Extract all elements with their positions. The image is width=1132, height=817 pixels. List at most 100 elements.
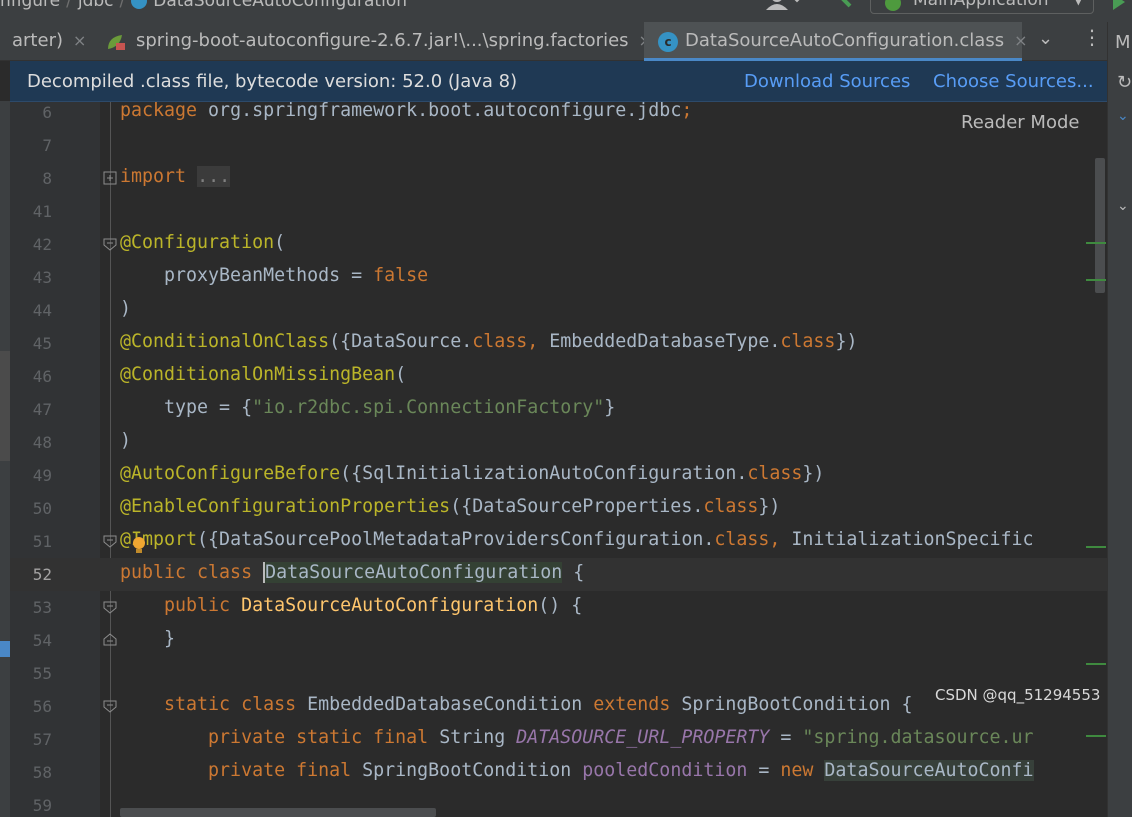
breadcrumb-item[interactable]: jdbc xyxy=(78,0,114,11)
line-number: 51 xyxy=(32,532,52,551)
line-code: @Configuration( xyxy=(120,232,286,253)
breadcrumb-item[interactable]: nfigure xyxy=(0,0,60,11)
code-line[interactable]: 45 @ConditionalOnClass({DataSource.class… xyxy=(10,327,1107,360)
line-code: public class DataSourceAutoConfiguration… xyxy=(120,562,585,583)
line-number: 41 xyxy=(32,202,52,221)
line-code: package org.springframework.boot.autocon… xyxy=(120,102,693,121)
show-hidden-tabs-icon[interactable]: ⌄ xyxy=(1038,28,1053,49)
collapse-fold-icon[interactable] xyxy=(103,534,117,548)
line-number: 52 xyxy=(32,565,52,584)
banner-message: Decompiled .class file, bytecode version… xyxy=(27,71,518,92)
breadcrumb-separator: / xyxy=(66,0,72,11)
chevron-down-icon[interactable]: ⌄ xyxy=(1117,108,1129,124)
line-code: private final SpringBootCondition pooled… xyxy=(120,760,1034,781)
line-code: ) xyxy=(120,298,132,319)
tab-spring-factories[interactable]: spring-boot-autoconfigure-2.6.7.jar!\...… xyxy=(106,22,652,61)
line-code: private static final String DATASOURCE_U… xyxy=(120,727,1034,748)
code-line[interactable]: 44 ) xyxy=(10,294,1107,327)
line-number: 43 xyxy=(32,268,52,287)
change-marker xyxy=(1086,279,1106,281)
change-marker xyxy=(1086,663,1106,665)
code-line[interactable]: 53 public DataSourceAutoConfiguration() … xyxy=(10,591,1107,624)
run-configuration-label: MainApplication xyxy=(913,0,1049,10)
code-line[interactable]: 50 @EnableConfigurationProperties({DataS… xyxy=(10,492,1107,525)
line-number: 49 xyxy=(32,466,52,485)
code-line-current[interactable]: 52 public class DataSourceAutoConfigurat… xyxy=(10,558,1107,591)
chevron-down-icon[interactable]: ⌄ xyxy=(1117,198,1129,214)
code-line[interactable]: 46 @ConditionalOnMissingBean( xyxy=(10,360,1107,393)
spring-icon xyxy=(885,0,901,11)
tab-label: spring-boot-autoconfigure-2.6.7.jar!\...… xyxy=(136,30,629,51)
code-line[interactable]: 58 private final SpringBootCondition poo… xyxy=(10,756,1107,789)
code-line[interactable]: 8 import ... xyxy=(10,162,1107,195)
class-icon xyxy=(131,0,148,9)
chevron-down-icon: ▼ xyxy=(1073,0,1083,7)
line-code: ) xyxy=(120,430,132,451)
choose-sources-link[interactable]: Choose Sources... xyxy=(933,71,1094,92)
tab-starter[interactable]: arter) × xyxy=(12,22,86,61)
line-number: 53 xyxy=(32,598,52,617)
horizontal-scrollbar[interactable] xyxy=(120,808,436,817)
line-number: 7 xyxy=(42,136,52,155)
run-icon[interactable] xyxy=(1113,0,1125,10)
collapse-fold-icon[interactable] xyxy=(103,699,117,713)
lightbulb-icon[interactable] xyxy=(132,537,146,555)
line-number: 48 xyxy=(32,433,52,452)
line-code: @ConditionalOnMissingBean( xyxy=(120,364,407,385)
line-code: type = {"io.r2dbc.spi.ConnectionFactory"… xyxy=(120,397,616,418)
line-number: 45 xyxy=(32,334,52,353)
code-line[interactable]: 54 } xyxy=(10,624,1107,657)
change-marker xyxy=(1086,242,1106,244)
download-sources-link[interactable]: Download Sources xyxy=(744,71,910,92)
tool-window-marker xyxy=(0,351,10,461)
run-configuration-select[interactable]: MainApplication ▼ xyxy=(870,0,1094,14)
maven-tool-button[interactable]: M xyxy=(1115,32,1131,53)
breadcrumb-separator: / xyxy=(119,0,126,11)
vertical-scrollbar[interactable] xyxy=(1095,158,1105,293)
code-line[interactable]: 43 proxyBeanMethods = false xyxy=(10,261,1107,294)
reader-mode-button[interactable]: Reader Mode xyxy=(961,112,1079,133)
line-code: @AutoConfigureBefore({SqlInitializationA… xyxy=(120,463,825,484)
code-line[interactable]: 51 @Import({DataSourcePoolMetadataProvid… xyxy=(10,525,1107,558)
line-number: 56 xyxy=(32,697,52,716)
line-code: proxyBeanMethods = false xyxy=(120,265,429,286)
line-number: 50 xyxy=(32,499,52,518)
expand-fold-icon[interactable] xyxy=(103,171,117,185)
user-icon[interactable] xyxy=(766,0,802,10)
refresh-icon[interactable]: ↻ xyxy=(1117,72,1132,93)
code-line[interactable]: 49 @AutoConfigureBefore({SqlInitializati… xyxy=(10,459,1107,492)
line-code: static class EmbeddedDatabaseCondition e… xyxy=(120,694,913,715)
tool-window-marker xyxy=(0,641,10,657)
code-line[interactable]: 57 private static final String DATASOURC… xyxy=(10,723,1107,756)
editor-tab-bar: arter) × spring-boot-autoconfigure-2.6.7.… xyxy=(0,22,1107,61)
collapse-fold-icon[interactable] xyxy=(103,600,117,614)
line-number: 47 xyxy=(32,400,52,419)
build-icon[interactable] xyxy=(836,0,854,8)
line-number: 54 xyxy=(32,631,52,650)
spring-factories-icon xyxy=(108,35,125,50)
folded-imports[interactable]: ... xyxy=(197,166,231,187)
line-number: 59 xyxy=(32,796,52,815)
right-tool-strip: M ↻ ⌄ ⌄ xyxy=(1107,22,1132,817)
close-icon[interactable]: × xyxy=(73,31,86,50)
code-line[interactable]: 6 package org.springframework.boot.autoc… xyxy=(10,102,1107,129)
breadcrumb-item[interactable]: DataSourceAutoConfiguration xyxy=(153,0,407,11)
more-options-icon[interactable]: ⋮ xyxy=(1082,25,1102,49)
code-line[interactable]: 41 xyxy=(10,195,1107,228)
line-code: import ... xyxy=(120,166,231,187)
line-code: public DataSourceAutoConfiguration() { xyxy=(120,595,583,616)
navigation-bar: nfigure / jdbc / DataSourceAutoConfiguration… xyxy=(0,0,1132,22)
code-line[interactable]: 7 xyxy=(10,129,1107,162)
code-line[interactable]: 42 @Configuration( xyxy=(10,228,1107,261)
close-icon[interactable]: × xyxy=(1014,31,1027,50)
line-number: 44 xyxy=(32,301,52,320)
change-marker xyxy=(1086,546,1106,548)
collapse-fold-icon[interactable] xyxy=(103,237,117,251)
code-line[interactable]: 47 type = {"io.r2dbc.spi.ConnectionFacto… xyxy=(10,393,1107,426)
collapse-fold-icon[interactable] xyxy=(103,633,117,647)
line-number: 58 xyxy=(32,763,52,782)
tab-datasource-autoconfiguration[interactable]: c DataSourceAutoConfiguration.class × xyxy=(644,22,1027,61)
code-editor[interactable]: 6 package org.springframework.boot.autoc… xyxy=(10,102,1107,817)
code-line[interactable]: 48 ) xyxy=(10,426,1107,459)
left-tool-strip xyxy=(0,101,10,817)
